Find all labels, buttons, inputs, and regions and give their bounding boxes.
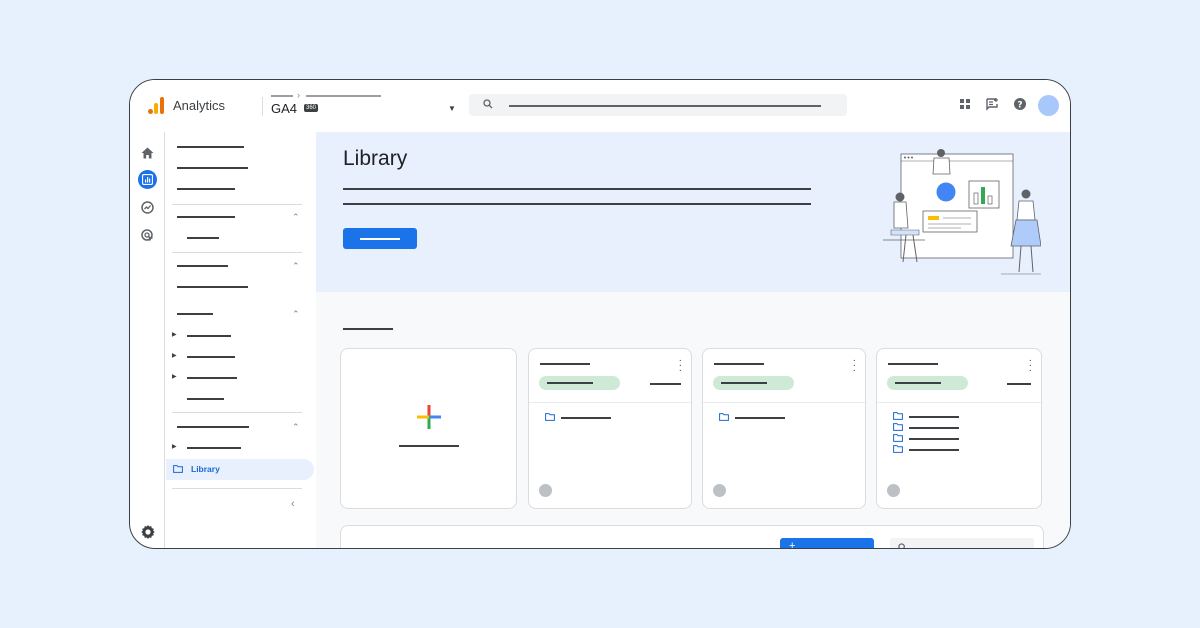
nav-section-header[interactable] [177,426,249,428]
chevron-up-icon[interactable]: ⌃ [292,309,300,320]
breadcrumb-property[interactable] [306,95,381,97]
nav-item[interactable] [187,237,219,239]
property-name[interactable]: GA4 [271,101,297,116]
reports-icon[interactable] [138,170,157,189]
home-icon[interactable] [138,143,157,162]
add-icon: + [789,540,796,549]
section-title [343,328,393,330]
nav-divider [172,412,302,413]
status-badge [887,376,968,390]
settings-icon[interactable] [138,522,157,541]
status-badge [539,376,620,390]
folder-icon [173,465,183,473]
more-vert-icon[interactable]: · · · [1029,356,1032,376]
collection-card[interactable]: · · · [702,348,866,509]
nav-item[interactable] [187,447,241,449]
card-header: · · · [877,349,1041,403]
card-title [888,363,938,365]
card-header: · · · [703,349,865,403]
hero-description [343,188,811,190]
avatar [713,484,726,497]
nav-item[interactable] [177,188,235,190]
breadcrumb-chevron-icon: › [297,90,300,100]
property-dropdown-icon[interactable]: ▼ [448,104,456,113]
avatar [539,484,552,497]
create-new-card[interactable] [340,348,517,509]
help-icon[interactable]: ? [1013,97,1027,111]
nav-item-label: Library [191,464,220,474]
folder-icon [893,445,903,453]
page-title: Library [343,147,408,170]
avatar[interactable] [1038,95,1059,116]
advertising-icon[interactable] [138,226,157,245]
nav-item[interactable] [187,356,235,358]
nav-item[interactable] [177,286,248,288]
card-title [714,363,764,365]
nav-item-library[interactable]: Library [166,459,314,480]
nav-rail [130,132,165,548]
folder-icon [719,413,729,421]
chevron-up-icon[interactable]: ⌃ [292,422,300,433]
more-vert-icon[interactable]: · · · [853,356,856,376]
card-meta [650,383,681,385]
card-header: · · · [529,349,691,403]
svg-text:?: ? [1017,100,1022,110]
top-bar: Analytics › GA4 360 ▼ ? [130,80,1070,132]
nav-section-header[interactable] [177,216,235,218]
feedback-icon[interactable] [985,97,999,111]
nav-divider [172,204,302,205]
collection-card[interactable]: · · · [528,348,692,509]
explore-icon[interactable] [138,198,157,217]
app-name: Analytics [173,98,226,113]
folder-icon [545,413,555,421]
nav-item[interactable] [187,335,231,337]
search-placeholder [509,105,821,107]
status-badge [713,376,794,390]
browser-frame: Analytics › GA4 360 ▼ ? ⌃ ⌃ ⌃ ▶ ▶ ▶ ⌃ ▶ … [129,79,1071,549]
avatar [887,484,900,497]
table-search-input[interactable] [890,538,1034,548]
nav-divider [172,488,302,489]
library-hero: Library [316,132,1070,292]
expand-arrow-icon[interactable]: ▶ [172,352,177,359]
search-icon [898,543,905,548]
add-icon [417,405,441,429]
create-report-button[interactable]: + [780,538,874,549]
folder-icon [893,423,903,431]
folder-icon [893,412,903,420]
nav-item[interactable] [187,398,224,400]
divider [262,97,263,116]
reports-table: + [340,525,1044,549]
property-badge: 360 [304,104,319,112]
main-content: Library · · · · · · · · · + [316,132,1070,549]
card-title [540,363,590,365]
nav-section-header[interactable] [177,313,213,315]
nav-item[interactable] [177,167,248,169]
nav-section-header[interactable] [177,265,228,267]
side-nav: ⌃ ⌃ ⌃ ▶ ▶ ▶ ⌃ ▶ Library ‹ [166,132,316,548]
analytics-logo-icon[interactable] [148,97,164,114]
apps-grid-icon[interactable] [958,97,972,111]
search-icon [483,99,493,109]
nav-item[interactable] [187,377,237,379]
more-vert-icon[interactable]: · · · [679,356,682,376]
collapse-nav-icon[interactable]: ‹ [291,498,295,510]
expand-arrow-icon[interactable]: ▶ [172,331,177,338]
collection-card[interactable]: · · · [876,348,1042,509]
nav-item[interactable] [177,146,244,148]
breadcrumb-account[interactable] [271,95,293,97]
chevron-up-icon[interactable]: ⌃ [292,261,300,272]
nav-divider [172,252,302,253]
chevron-up-icon[interactable]: ⌃ [292,212,300,223]
hero-action-button[interactable] [343,228,417,249]
folder-icon [893,434,903,442]
library-illustration [883,149,1041,275]
create-label [399,445,459,447]
expand-arrow-icon[interactable]: ▶ [172,373,177,380]
expand-arrow-icon[interactable]: ▶ [172,443,177,450]
card-meta [1007,383,1031,385]
hero-description [343,203,811,205]
search-input[interactable] [469,94,847,116]
